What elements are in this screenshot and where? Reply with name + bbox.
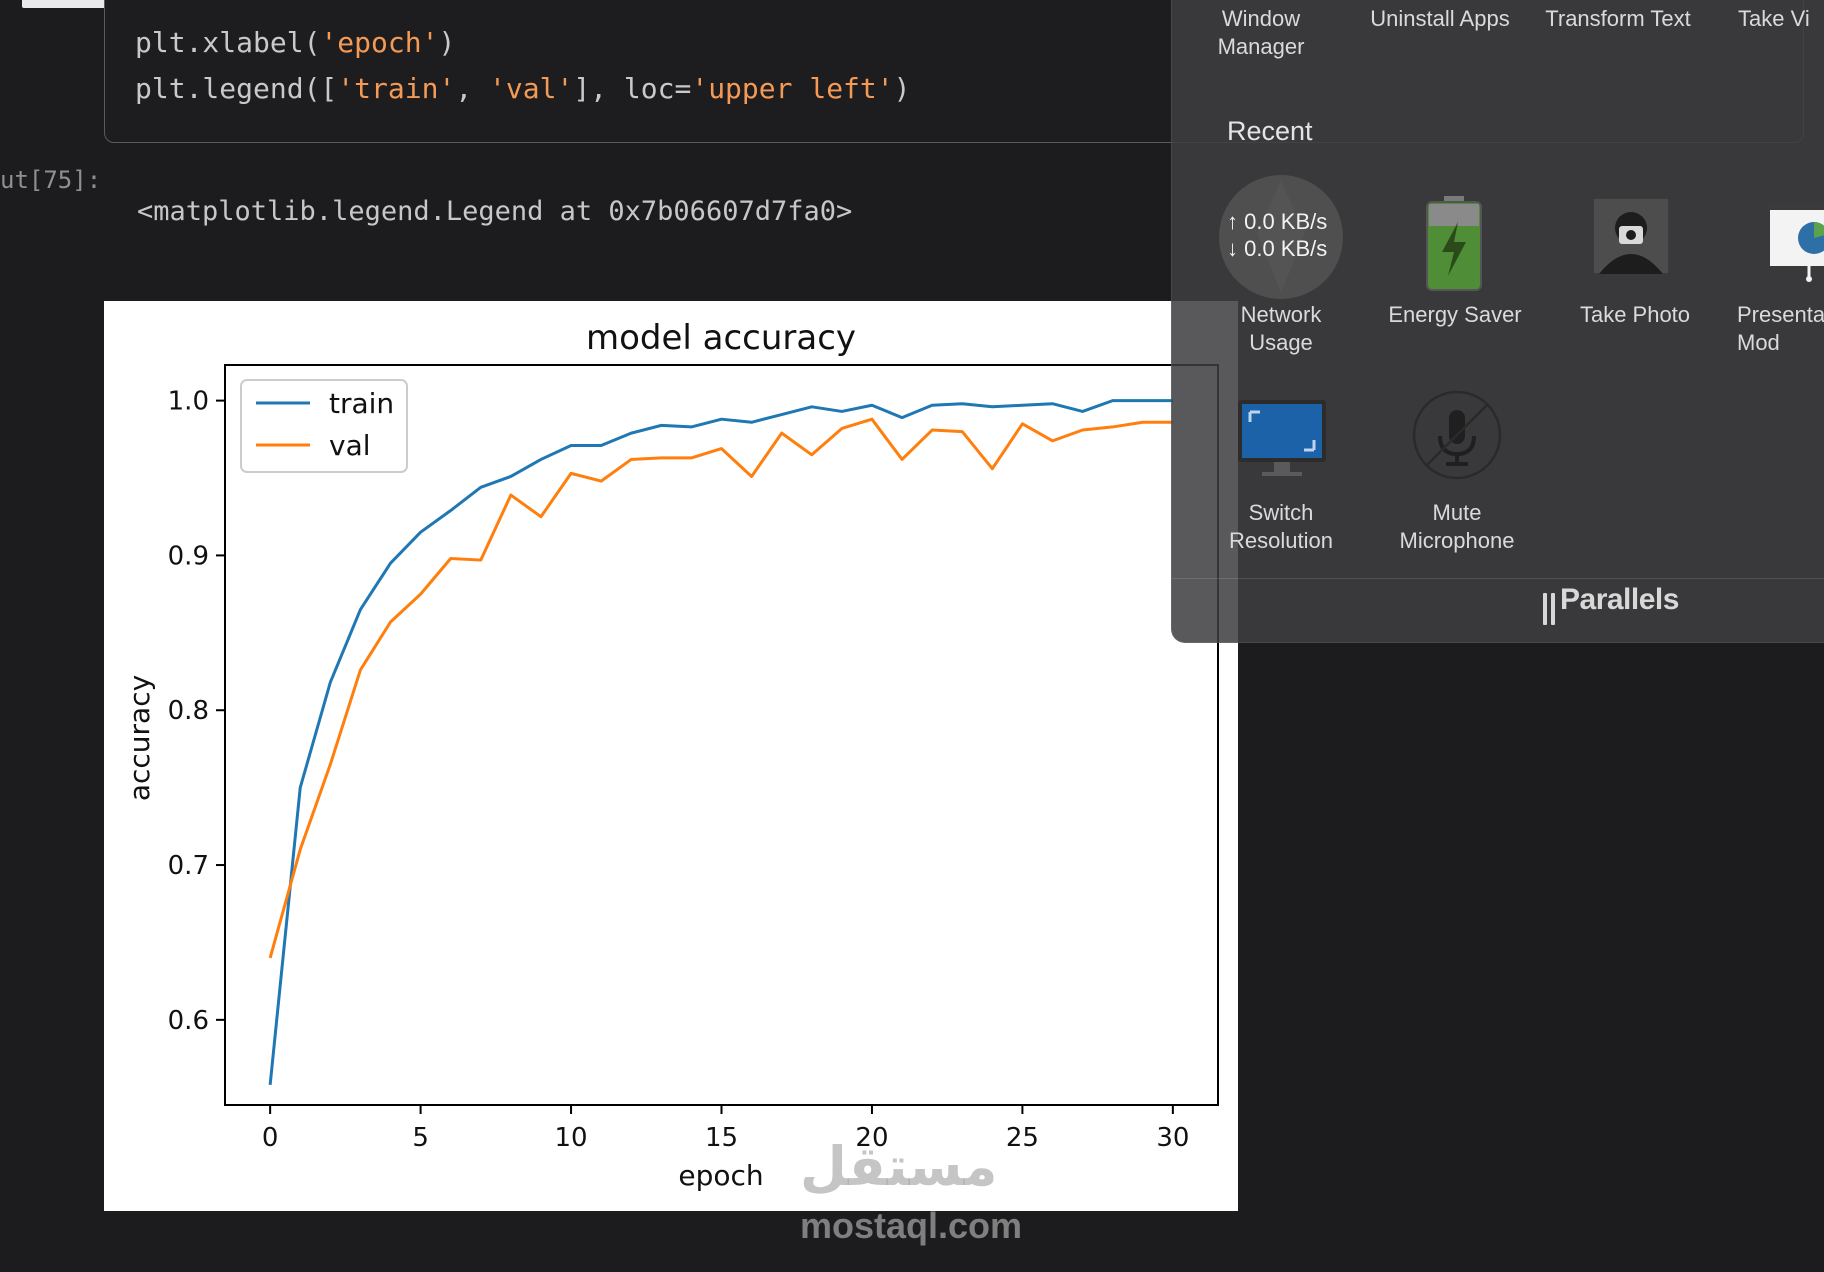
y-tick-label: 0.8 [168, 696, 209, 726]
parallels-toolbox-panel: Window Manager Uninstall Apps Transform … [1171, 0, 1824, 643]
battery-bolt-icon[interactable] [1426, 196, 1482, 292]
panel-divider [1172, 578, 1824, 579]
camera-icon[interactable] [1592, 197, 1670, 275]
chart-title: model accuracy [586, 318, 856, 358]
parallels-logo-icon [1543, 593, 1557, 625]
x-tick-label: 5 [412, 1123, 429, 1153]
series-line-val [268, 417, 1173, 959]
tool-uninstall-apps[interactable]: Uninstall Apps [1360, 5, 1520, 33]
tool-take-video[interactable]: Take Vi [1738, 5, 1824, 33]
x-tick-label: 0 [262, 1123, 279, 1153]
legend-label-val: val [329, 429, 371, 462]
y-tick-label: 0.9 [168, 541, 209, 571]
code-line-legend: plt.legend(['train', 'val'], loc='upper … [135, 72, 911, 105]
legend-label-train: train [329, 387, 394, 420]
output-text: <matplotlib.legend.Legend at 0x7b06607d7… [137, 196, 853, 227]
microphone-muted-icon[interactable] [1412, 390, 1502, 480]
tool-presentation-mode[interactable]: Presenta Mod [1737, 301, 1824, 357]
y-tick-label: 1.0 [168, 387, 209, 417]
network-gauge-icon[interactable]: ↑ 0.0 KB/s ↓ 0.0 KB/s [1217, 173, 1345, 301]
tool-mute-microphone[interactable]: Mute Microphone [1372, 499, 1542, 555]
presentation-icon[interactable] [1766, 202, 1824, 282]
watermark-url: mostaql.com [800, 1205, 1023, 1246]
output-prompt: ut[75]: [0, 166, 102, 194]
figure-model-accuracy: 0 5 10 15 20 25 30 0.6 0.7 0.8 0.9 1.0 model accura… [104, 301, 1238, 1211]
accuracy-chart: 0 5 10 15 20 25 300.60.70.80.91.0 model accura… [123, 318, 1219, 1192]
recent-heading: Recent [1227, 116, 1313, 146]
tool-switch-resolution[interactable]: Switch Resolution [1196, 499, 1366, 555]
x-tick-label: 10 [554, 1123, 587, 1153]
x-tick-label: 15 [705, 1123, 738, 1153]
tool-take-photo[interactable]: Take Photo [1560, 301, 1710, 329]
x-tick-label: 30 [1156, 1123, 1189, 1153]
x-axis-label: epoch [678, 1159, 763, 1192]
network-down-rate: ↓ 0.0 KB/s [1227, 236, 1328, 261]
watermark-logo: مستقل [800, 1135, 998, 1198]
monitor-icon[interactable] [1238, 400, 1326, 478]
tool-window-manager[interactable]: Window Manager [1196, 5, 1326, 61]
y-axis-label: accuracy [123, 675, 156, 801]
series-line-train [268, 399, 1173, 1086]
tool-energy-saver[interactable]: Energy Saver [1380, 301, 1530, 329]
legend: train val [240, 379, 408, 473]
y-tick-label: 0.6 [168, 1006, 209, 1036]
tool-transform-text[interactable]: Transform Text [1534, 5, 1702, 33]
tool-network-usage[interactable]: Network Usage [1196, 301, 1366, 357]
parallels-brand: Parallels [1560, 583, 1679, 616]
x-tick-label: 25 [1006, 1123, 1039, 1153]
y-tick-label: 0.7 [168, 851, 209, 881]
code-line-xlabel: plt.xlabel('epoch') [135, 26, 456, 59]
network-up-rate: ↑ 0.0 KB/s [1227, 209, 1328, 234]
plot-frame [224, 364, 1219, 1106]
